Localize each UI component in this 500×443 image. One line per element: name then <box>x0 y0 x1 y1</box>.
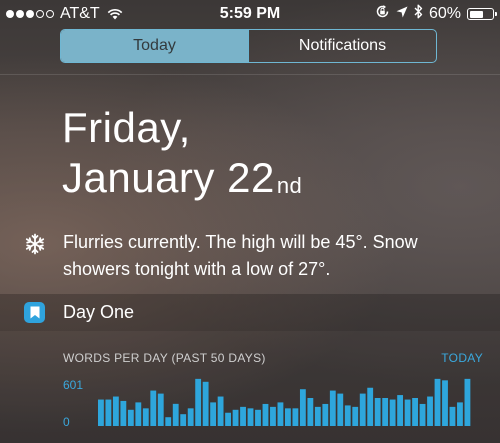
chart-bar <box>307 398 314 426</box>
signal-strength-icon <box>6 10 54 18</box>
battery-level-fill <box>469 10 483 18</box>
chart-bar <box>202 381 209 426</box>
chart-bar <box>157 393 164 426</box>
chart-bar <box>105 399 112 426</box>
day-one-widget-header[interactable]: Day One <box>0 294 500 331</box>
signal-dot <box>6 10 14 18</box>
chart-bar <box>314 406 321 426</box>
header-divider <box>0 74 500 75</box>
chart-bar <box>449 406 456 426</box>
chart-bar <box>322 403 329 426</box>
signal-dot <box>16 10 24 18</box>
chart-bar <box>262 403 269 426</box>
chart-bar <box>292 408 299 426</box>
chart-bar <box>374 398 381 426</box>
chart-bar <box>337 393 344 426</box>
signal-dot <box>26 10 34 18</box>
carrier-name: AT&T <box>60 5 100 22</box>
chart-bar <box>464 378 471 426</box>
words-per-day-chart-panel: WORDS PER DAY (PAST 50 DAYS) TODAY 601 0 <box>0 331 500 443</box>
chart-bar <box>187 408 194 426</box>
signal-dot <box>36 10 44 18</box>
day-ordinal-suffix: nd <box>276 173 303 198</box>
chart-bar <box>352 406 359 426</box>
chart-bar <box>217 396 224 426</box>
date-display: Friday, January 22nd <box>62 103 302 203</box>
chart-title: WORDS PER DAY (PAST 50 DAYS) <box>63 351 266 365</box>
month-day-main: January 22 <box>62 154 275 201</box>
today-link[interactable]: TODAY <box>441 351 483 365</box>
battery-percent: 60% <box>428 5 461 22</box>
chart-bar <box>120 400 127 426</box>
chart-bar <box>299 389 306 426</box>
chart-bar <box>442 380 448 426</box>
status-right: 60% <box>375 4 497 24</box>
chart-bar <box>397 395 404 426</box>
weather-summary: Flurries currently. The high will be 45°… <box>63 232 418 279</box>
day-of-week: Friday, <box>62 104 191 151</box>
status-left: AT&T <box>6 4 123 24</box>
chart-bar <box>434 378 441 426</box>
chart-bar <box>412 398 418 426</box>
y-axis-max-label: 601 <box>63 378 84 392</box>
chart-bar <box>232 409 239 426</box>
battery-icon <box>467 8 497 20</box>
chart-bar <box>112 396 119 426</box>
month-day: January 22nd <box>62 153 302 203</box>
chart-bar <box>127 409 134 426</box>
chart-bar <box>225 412 231 426</box>
chart-bar <box>165 417 172 426</box>
words-per-day-bar-chart <box>98 378 471 426</box>
widget-title: Day One <box>63 302 135 322</box>
battery-cap <box>495 12 497 16</box>
rotation-lock-icon <box>375 4 390 24</box>
chart-bar <box>195 378 202 426</box>
signal-dot <box>46 10 54 18</box>
chart-bar <box>240 406 246 426</box>
status-bar: AT&T 5:59 PM 60% <box>0 0 500 30</box>
chart-bar <box>180 414 187 426</box>
chart-bar <box>382 398 389 426</box>
bluetooth-icon <box>414 4 423 24</box>
chart-bar <box>247 408 254 426</box>
chart-bar <box>172 403 179 426</box>
chart-bar <box>344 405 351 426</box>
chart-bar <box>135 402 142 426</box>
chart-bar <box>285 408 291 426</box>
snowflake-icon <box>24 233 46 260</box>
chart-bar <box>427 396 433 426</box>
tab-notifications[interactable]: Notifications <box>248 30 436 62</box>
y-axis-min-label: 0 <box>63 415 70 429</box>
chart-bar <box>367 387 374 426</box>
chart-bar <box>404 399 411 426</box>
chart-bar <box>210 402 217 426</box>
location-arrow-icon <box>396 5 408 23</box>
chart-bar <box>98 399 104 426</box>
wifi-icon <box>107 8 123 20</box>
view-segmented-control: Today Notifications <box>60 29 437 63</box>
chart-bar <box>150 390 157 426</box>
chart-bar <box>419 403 426 426</box>
chart-bar <box>329 390 336 426</box>
chart-bar <box>389 399 396 426</box>
chart-bar <box>142 408 149 426</box>
chart-bar <box>270 406 276 426</box>
chart-bar <box>457 402 463 426</box>
chart-bar <box>255 409 261 426</box>
tab-today[interactable]: Today <box>61 30 248 62</box>
chart-bar <box>277 402 284 426</box>
chart-bar <box>359 393 366 426</box>
day-one-bookmark-icon <box>24 302 45 323</box>
